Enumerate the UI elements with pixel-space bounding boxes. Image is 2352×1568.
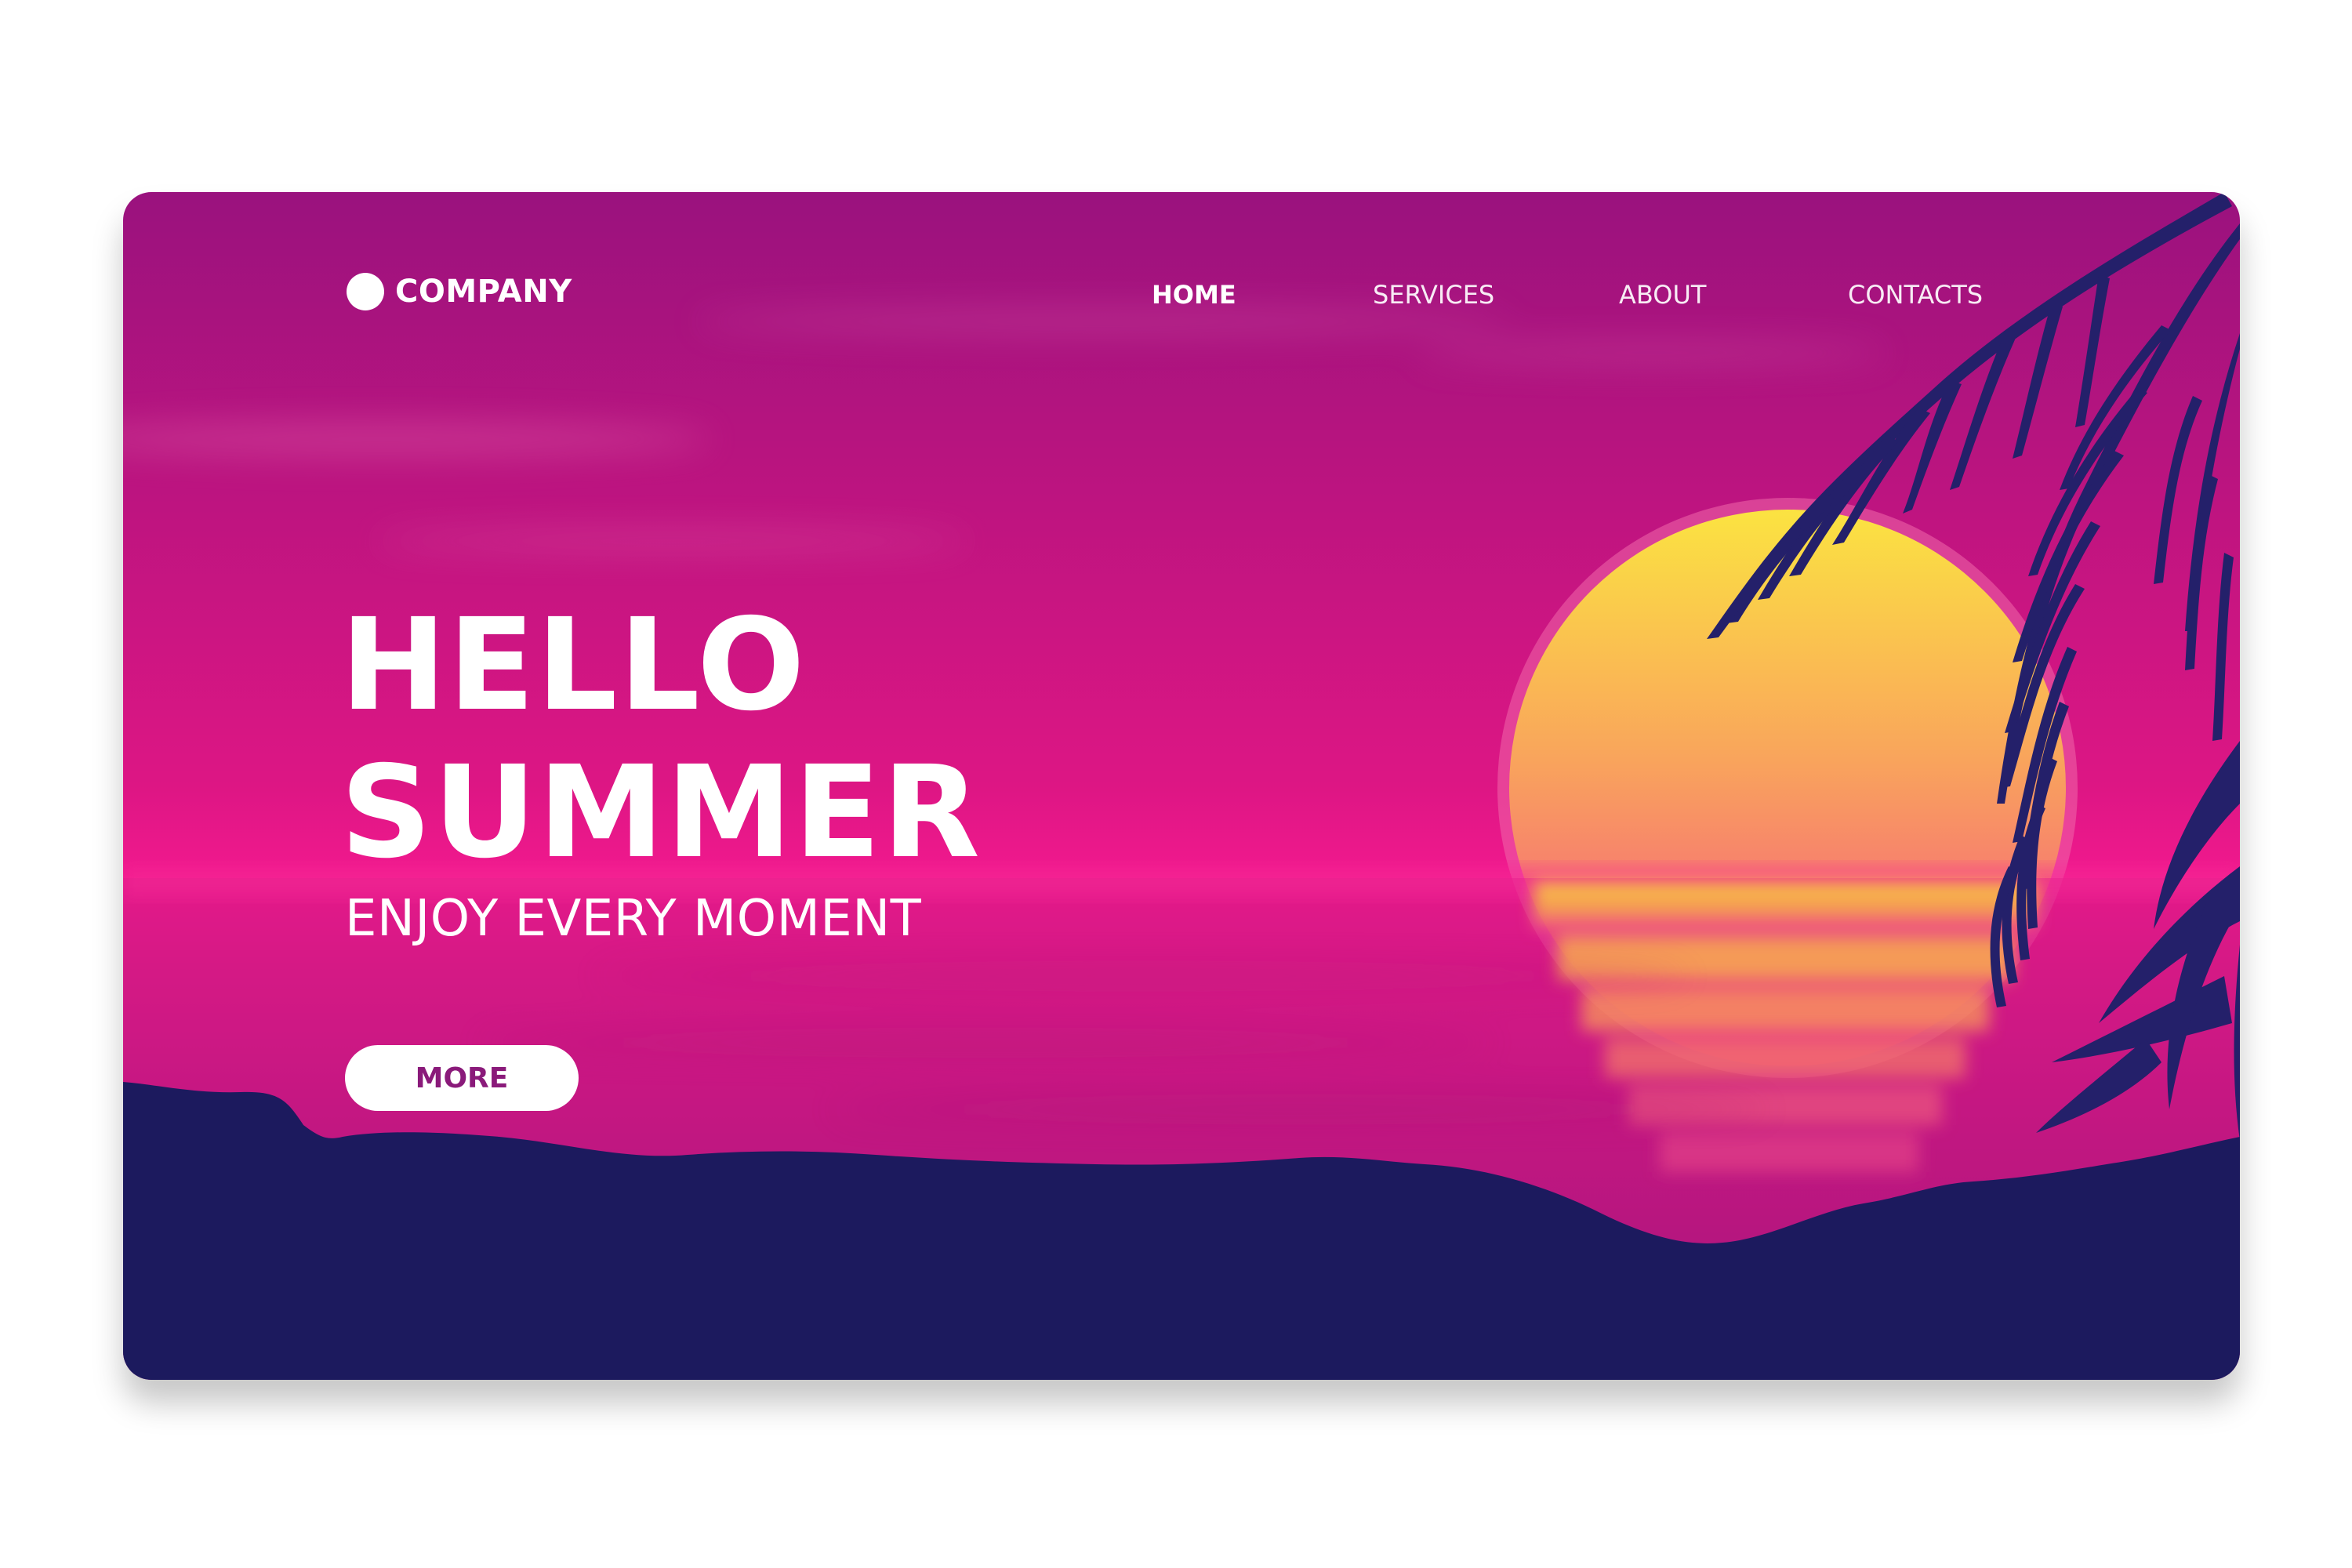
hero-title: HELLO SUMMER xyxy=(340,592,982,887)
page: COMPANY HOME SERVICES ABOUT CONTACTS HEL… xyxy=(0,0,2352,1568)
nav-home-link[interactable]: HOME xyxy=(1152,280,1236,310)
hero-title-line2: SUMMER xyxy=(340,739,982,887)
hero-subtitle: ENJOY EVERY MOMENT xyxy=(345,890,922,948)
hero-title-line1: HELLO xyxy=(340,592,807,739)
more-button[interactable]: MORE xyxy=(345,1045,579,1111)
nav-contacts-link[interactable]: CONTACTS xyxy=(1848,280,1983,310)
nav-services-link[interactable]: SERVICES xyxy=(1373,280,1494,310)
nav-about-link[interactable]: ABOUT xyxy=(1619,280,1706,310)
cloud-streaks xyxy=(123,309,1887,550)
landing-card: COMPANY HOME SERVICES ABOUT CONTACTS HEL… xyxy=(123,192,2240,1380)
main-nav: HOME SERVICES ABOUT CONTACTS xyxy=(123,280,2240,319)
